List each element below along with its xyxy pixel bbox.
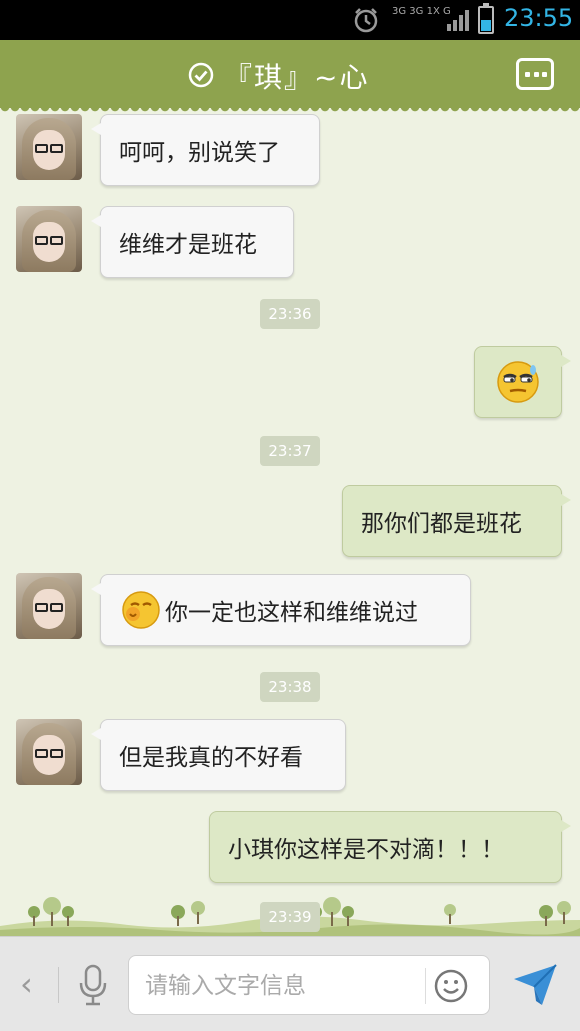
message-bubble-sent[interactable]: 小琪你这样是不对滴！！！ — [209, 811, 571, 883]
chat-title: 『琪』~心 — [224, 61, 370, 94]
message-list[interactable]: 呵呵，别说笑了 维维才是班花 23:36 23:37 那你们都是班花 你一定也这… — [0, 108, 580, 936]
smiley-icon[interactable] — [433, 968, 469, 1004]
contact-avatar[interactable] — [16, 114, 82, 180]
contact-avatar[interactable] — [16, 573, 82, 639]
message-input-box[interactable] — [128, 955, 490, 1015]
message-text: 维维才是班花 — [119, 232, 257, 258]
smug-face-emoji — [497, 361, 539, 403]
timestamp: 23:38 — [260, 672, 320, 702]
giggle-emoji — [122, 591, 160, 629]
input-bar: ‹ — [0, 936, 580, 1031]
check-circle-icon — [188, 62, 214, 88]
timestamp: 23:37 — [260, 436, 320, 466]
message-bubble-received[interactable]: 维维才是班花 — [91, 206, 294, 278]
timestamp: 23:36 — [260, 299, 320, 329]
more-menu-icon[interactable] — [516, 58, 554, 90]
contact-avatar[interactable] — [16, 719, 82, 785]
message-text: 呵呵，别说笑了 — [119, 140, 280, 166]
contact-avatar[interactable] — [16, 206, 82, 272]
network-indicator: 3G 3G 1X G — [392, 6, 451, 17]
battery-icon — [478, 3, 494, 34]
alarm-icon — [354, 8, 378, 33]
back-chevron-icon[interactable]: ‹ — [20, 965, 33, 1003]
divider — [425, 968, 426, 1004]
status-bar: 3G 3G 1X G 23:55 — [0, 0, 580, 40]
message-bubble-received[interactable]: 你一定也这样和维维说过 — [91, 574, 471, 646]
divider — [58, 967, 59, 1003]
message-text: 你一定也这样和维维说过 — [165, 600, 418, 626]
message-bubble-received[interactable]: 但是我真的不好看 — [91, 719, 346, 791]
send-icon[interactable] — [512, 961, 558, 1007]
timestamp: 23:39 — [260, 902, 320, 932]
message-text: 那你们都是班花 — [361, 511, 522, 537]
message-bubble-sent[interactable] — [474, 346, 571, 418]
message-bubble-sent[interactable]: 那你们都是班花 — [342, 485, 571, 557]
message-input[interactable] — [145, 966, 425, 1006]
message-text: 小琪你这样是不对滴！！！ — [228, 837, 504, 863]
microphone-icon[interactable] — [76, 963, 110, 1007]
chat-header: 『琪』~心 — [0, 40, 580, 113]
status-time: 23:55 — [504, 4, 574, 32]
message-bubble-received[interactable]: 呵呵，别说笑了 — [91, 114, 320, 186]
message-text: 但是我真的不好看 — [119, 745, 303, 771]
signal-icon — [447, 10, 469, 31]
